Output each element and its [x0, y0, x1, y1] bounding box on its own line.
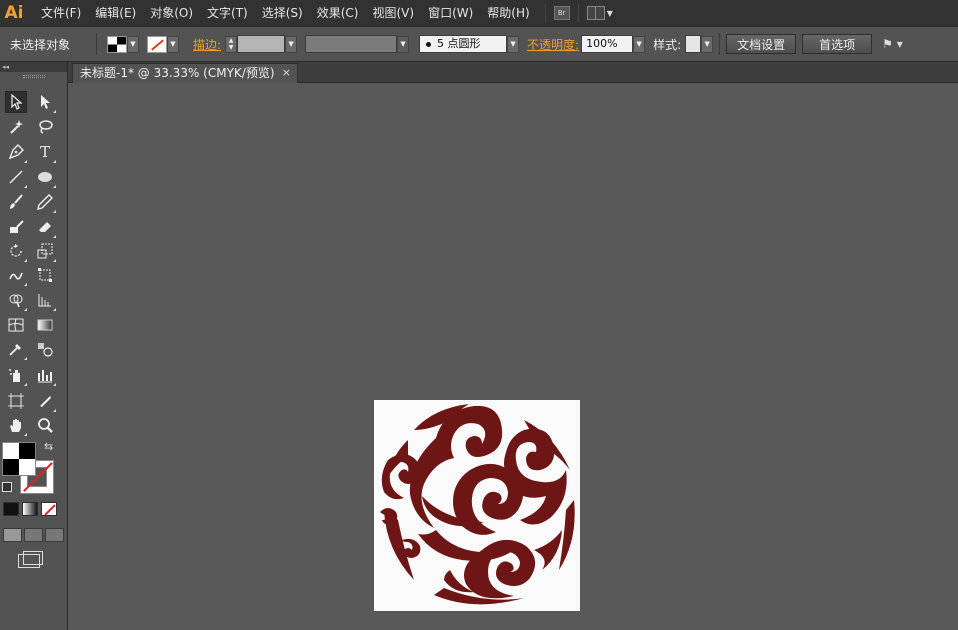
menu-object[interactable]: 对象(O) [143, 0, 200, 26]
menu-help[interactable]: 帮助(H) [480, 0, 536, 26]
style-dropdown[interactable]: ▼ [701, 35, 714, 53]
none-mode-button[interactable] [41, 502, 57, 516]
stroke-weight-stepper[interactable]: ▲ ▼ [225, 35, 238, 53]
profile-dropdown[interactable]: ▼ [397, 35, 410, 53]
round-brush-icon [426, 41, 432, 47]
color-mode-button[interactable] [3, 502, 19, 516]
perspective-grid-tool-icon[interactable] [34, 289, 56, 311]
stroke-panel-link[interactable]: 描边: [193, 36, 221, 53]
menu-type[interactable]: 文字(T) [200, 0, 255, 26]
draw-behind-button[interactable] [24, 528, 43, 542]
bridge-button[interactable]: Br [544, 4, 570, 22]
menu-edit[interactable]: 编辑(E) [88, 0, 143, 26]
brush-definition-field[interactable]: 5 点圆形 [419, 35, 508, 53]
selection-tool-icon[interactable] [5, 91, 27, 113]
direct-selection-tool-icon[interactable] [34, 91, 56, 113]
warp-tool-icon[interactable] [5, 264, 27, 286]
illustrator-window: Ai 文件(F) 编辑(E) 对象(O) 文字(T) 选择(S) 效果(C) 视… [0, 0, 958, 630]
divider [96, 33, 97, 55]
panel-menu-icon[interactable]: ⚑ ▾ [882, 37, 903, 51]
document-tab[interactable]: 未标题-1* @ 33.33% (CMYK/预览) × [72, 63, 298, 83]
style-label: 样式: [653, 37, 682, 52]
panel-grip[interactable] [22, 75, 45, 78]
cloud-motif-artwork[interactable] [374, 400, 580, 611]
menu-window[interactable]: 窗口(W) [421, 0, 480, 26]
variable-width-profile[interactable] [305, 35, 398, 53]
brush-label: 5 点圆形 [437, 37, 481, 50]
stroke-none-swatch [147, 35, 167, 53]
document-tab-title: 未标题-1* @ 33.33% (CMYK/预览) [80, 66, 275, 80]
fill-swatch [107, 35, 127, 53]
control-bar: 未选择对象 ▼ ▼ 描边: ▲ ▼ ▼ ▼ 5 点圆形 ▼ 不透明度: 100% … [0, 26, 958, 62]
arrange-documents-button[interactable]: ▼ [577, 4, 613, 22]
close-icon[interactable]: × [282, 64, 291, 82]
fill-color-box[interactable] [2, 442, 36, 476]
blob-brush-tool-icon[interactable] [5, 216, 27, 238]
scale-tool-icon[interactable] [34, 240, 56, 262]
type-tool-icon[interactable]: T [34, 141, 56, 163]
pen-tool-icon[interactable] [5, 141, 27, 163]
slice-tool-icon[interactable] [34, 390, 56, 412]
menu-effect[interactable]: 效果(C) [310, 0, 366, 26]
arrange-documents-icon [586, 6, 605, 20]
stroke-weight-dropdown[interactable]: ▼ [285, 35, 298, 53]
collapse-panel-icon[interactable]: ◂◂ [0, 62, 67, 72]
hand-tool-icon[interactable] [5, 414, 27, 436]
brush-dropdown[interactable]: ▼ [507, 35, 520, 53]
line-segment-tool-icon[interactable] [5, 166, 27, 188]
blend-tool-icon[interactable] [34, 338, 56, 360]
document-setup-button[interactable]: 文档设置 [726, 34, 797, 54]
tools-panel: ◂◂ T ⇆ [0, 62, 68, 630]
chevron-down-icon: ▼ [167, 35, 179, 53]
ellipse-tool-icon[interactable] [34, 166, 56, 188]
selection-status: 未选择对象 [10, 37, 71, 52]
fill-color-dropdown[interactable]: ▼ [107, 35, 139, 53]
eraser-tool-icon[interactable] [34, 216, 56, 238]
menu-view[interactable]: 视图(V) [365, 0, 421, 26]
artboard-tool-icon[interactable] [5, 390, 27, 412]
preferences-button[interactable]: 首选项 [802, 34, 873, 54]
draw-mode-row [3, 528, 64, 542]
paintbrush-tool-icon[interactable] [5, 191, 27, 213]
menu-select[interactable]: 选择(S) [255, 0, 310, 26]
column-graph-tool-icon[interactable] [34, 364, 56, 386]
app-logo: Ai [4, 3, 24, 23]
opacity-input[interactable]: 100% [581, 35, 634, 53]
draw-inside-button[interactable] [45, 528, 64, 542]
canvas-area[interactable] [68, 83, 958, 630]
gradient-mode-button[interactable] [22, 502, 38, 516]
shape-builder-tool-icon[interactable] [5, 289, 27, 311]
free-transform-tool-icon[interactable] [34, 264, 56, 286]
eyedropper-tool-icon[interactable] [5, 338, 27, 360]
gradient-tool-icon[interactable] [34, 314, 56, 336]
opacity-panel-link[interactable]: 不透明度: [527, 36, 579, 53]
magic-wand-tool-icon[interactable] [5, 116, 27, 138]
draw-normal-button[interactable] [3, 528, 22, 542]
menu-file[interactable]: 文件(F) [34, 0, 88, 26]
graphic-style-swatch[interactable] [685, 35, 702, 53]
rotate-tool-icon[interactable] [5, 240, 27, 262]
document-tab-bar: 未标题-1* @ 33.33% (CMYK/预览) × [68, 62, 958, 83]
screen-mode-icon[interactable] [18, 551, 43, 568]
menu-bar: Ai 文件(F) 编辑(E) 对象(O) 文字(T) 选择(S) 效果(C) 视… [0, 0, 958, 26]
color-mode-row [3, 502, 57, 516]
bridge-icon: Br [553, 6, 570, 20]
stroke-color-dropdown[interactable]: ▼ [147, 35, 179, 53]
mesh-tool-icon[interactable] [5, 314, 27, 336]
default-fill-stroke-icon[interactable] [2, 482, 12, 492]
divider [719, 33, 721, 55]
symbol-sprayer-tool-icon[interactable] [5, 364, 27, 386]
stroke-weight-input[interactable] [237, 35, 286, 53]
pencil-tool-icon[interactable] [34, 191, 56, 213]
swap-fill-stroke-icon[interactable]: ⇆ [44, 440, 53, 453]
chevron-down-icon: ▼ [606, 8, 613, 18]
opacity-dropdown[interactable]: ▼ [633, 35, 646, 53]
zoom-tool-icon[interactable] [34, 414, 56, 436]
lasso-tool-icon[interactable] [34, 116, 56, 138]
artboard[interactable] [374, 400, 580, 611]
chevron-down-icon: ▼ [127, 35, 139, 53]
